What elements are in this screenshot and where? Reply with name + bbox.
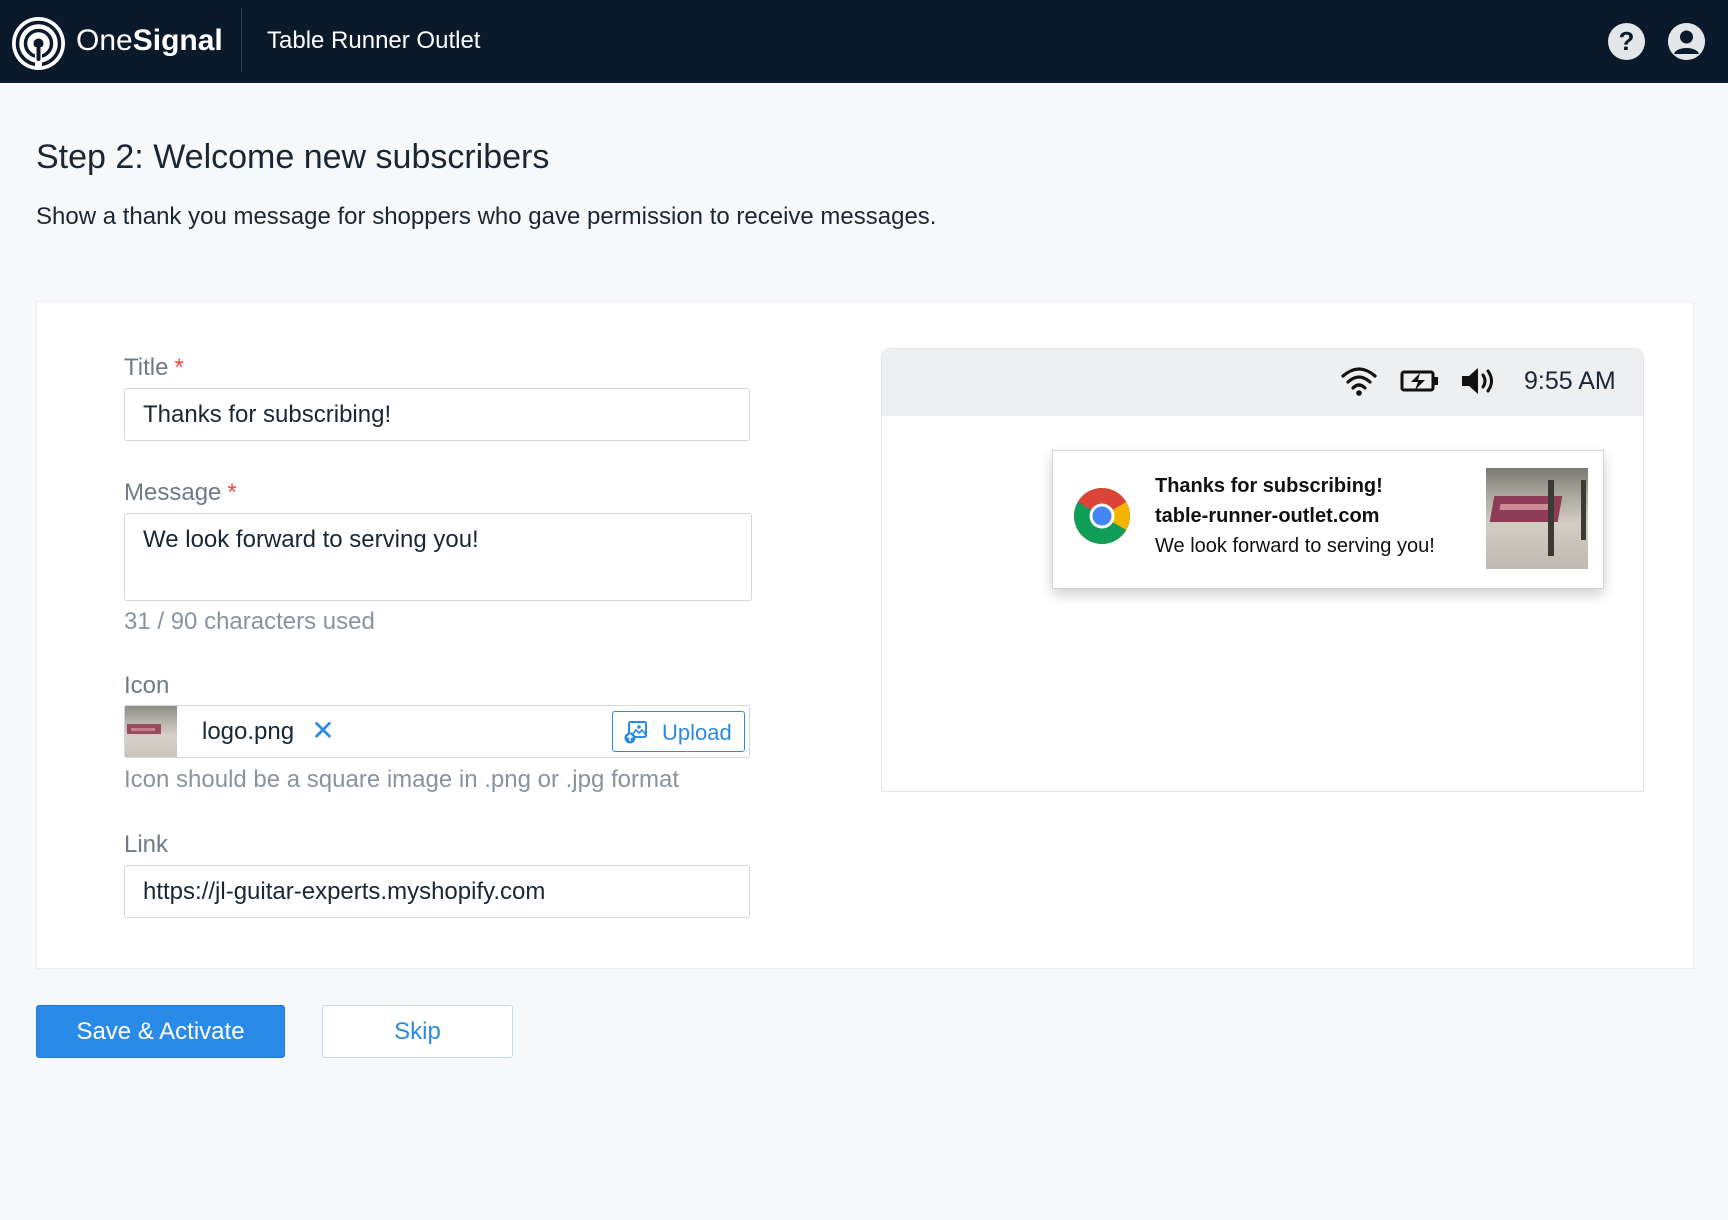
image-detail xyxy=(1499,504,1549,510)
skip-button[interactable]: Skip xyxy=(322,1005,513,1058)
chrome-icon xyxy=(1074,488,1130,544)
desktop-status-bar: 9:55 AM xyxy=(882,349,1643,416)
nav-divider xyxy=(241,8,242,72)
image-detail xyxy=(1548,480,1554,556)
message-char-counter: 31 / 90 characters used xyxy=(124,608,375,635)
title-label: Title * xyxy=(124,354,184,382)
upload-button-label: Upload xyxy=(662,720,732,745)
wifi-icon xyxy=(1341,367,1377,396)
thumbnail-detail xyxy=(131,728,155,731)
link-label: Link xyxy=(124,831,169,858)
page-title: Step 2: Welcome new subscribers xyxy=(36,138,550,176)
icon-file-name: logo.png xyxy=(202,718,295,745)
icon-label: Icon xyxy=(124,672,170,699)
help-circle-icon[interactable]: ? xyxy=(1608,23,1645,60)
remove-file-icon[interactable]: ✕ xyxy=(310,717,336,745)
save-activate-button[interactable]: Save & Activate xyxy=(36,1005,285,1058)
notification-image xyxy=(1486,468,1588,569)
brand-wordmark-light: One xyxy=(76,24,133,57)
icon-thumbnail xyxy=(125,706,177,757)
notification-message: We look forward to serving you! xyxy=(1155,535,1435,557)
message-textarea[interactable]: We look forward to serving you! xyxy=(124,513,752,601)
required-marker: * xyxy=(227,479,237,506)
image-upload-icon xyxy=(624,721,647,744)
onesignal-logo-icon[interactable] xyxy=(12,17,65,70)
title-input[interactable]: Thanks for subscribing! xyxy=(124,388,750,441)
user-account-icon[interactable] xyxy=(1668,23,1705,60)
notification-preview: 9:55 AM Thanks for subscribing! table-ru… xyxy=(881,348,1644,792)
brand-wordmark-bold: Signal xyxy=(132,24,223,57)
volume-icon xyxy=(1462,368,1493,394)
link-input[interactable]: https://jl-guitar-experts.myshopify.com xyxy=(124,865,750,918)
system-clock: 9:55 AM xyxy=(1524,367,1616,395)
icon-upload-field: logo.png ✕ Upload xyxy=(124,705,750,758)
icon-help-text: Icon should be a square image in .png or… xyxy=(124,766,679,793)
top-nav-bar: OneSignal Table Runner Outlet ? xyxy=(0,0,1728,83)
page-subtitle: Show a thank you message for shoppers wh… xyxy=(36,203,937,230)
message-label: Message * xyxy=(124,479,237,507)
notification-site: table-runner-outlet.com xyxy=(1155,505,1380,527)
brand-wordmark[interactable]: OneSignal xyxy=(76,24,223,58)
battery-charging-icon xyxy=(1400,370,1438,392)
push-notification-card: Thanks for subscribing! table-runner-out… xyxy=(1052,450,1604,589)
upload-button[interactable]: Upload xyxy=(612,711,745,752)
title-label-text: Title xyxy=(124,354,169,381)
required-marker: * xyxy=(174,354,184,381)
app-name[interactable]: Table Runner Outlet xyxy=(267,27,480,55)
notification-title: Thanks for subscribing! xyxy=(1155,475,1383,497)
message-label-text: Message xyxy=(124,479,222,506)
image-detail xyxy=(1581,480,1586,540)
